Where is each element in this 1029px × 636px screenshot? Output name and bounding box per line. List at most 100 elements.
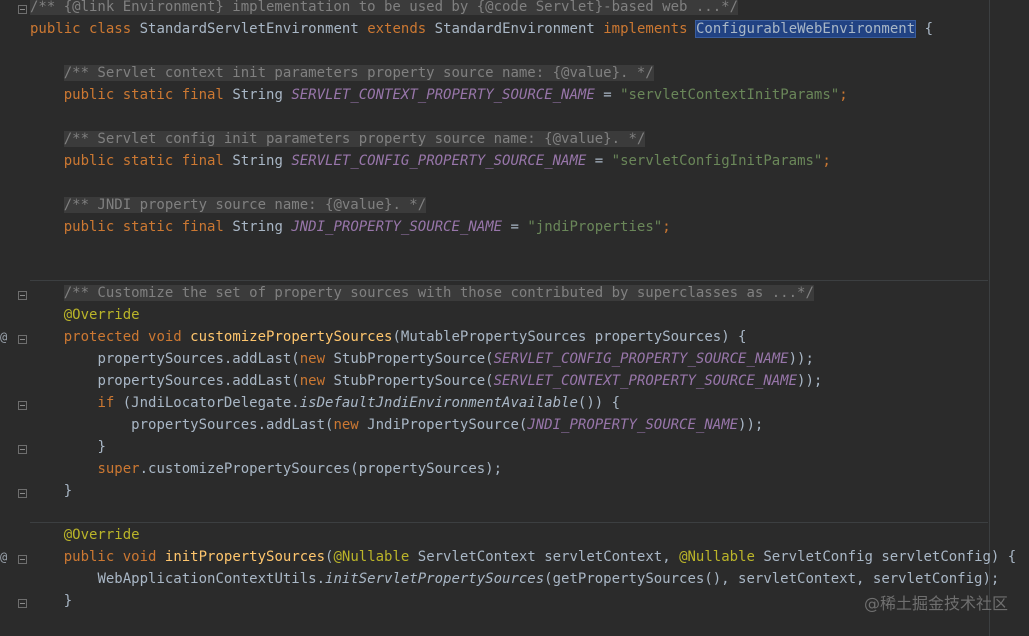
code-text: propertySources.addLast( [131,417,334,433]
fold-icon[interactable] [18,445,27,454]
code-text: propertySources.addLast( [97,373,300,389]
string-literal: "servletConfigInitParams" [611,153,823,169]
keyword: public [63,549,115,565]
method-name: initPropertySources [164,549,326,565]
code-line: super.customizePropertySources(propertyS… [30,458,990,480]
type-name: String [232,219,283,235]
code-text: ()) { [577,395,621,411]
annotation: @Nullable [333,549,410,565]
code-line: /** Servlet config init parameters prope… [30,128,990,150]
code-line: public void initPropertySources(@Nullabl… [30,546,1017,568]
code-text: propertySources.addLast( [97,351,300,367]
operator: = [594,87,621,103]
code-line: /** JNDI property source name: {@value}.… [30,194,990,216]
semicolon: ; [822,153,831,169]
code-editor[interactable]: /** {@link Environment} implementation t… [30,0,1017,616]
constant-name: SERVLET_CONTEXT_PROPERTY_SOURCE_NAME [493,373,798,389]
keyword: class [89,21,132,37]
code-text: ServletContext servletContext, [409,549,680,565]
code-text: StubPropertySource( [325,351,494,367]
constant-name: SERVLET_CONFIG_PROPERTY_SOURCE_NAME [291,153,587,169]
type-name: String [232,153,283,169]
semicolon: ; [839,87,848,103]
keyword: new [333,417,359,433]
code-line: if (JndiLocatorDelegate.isDefaultJndiEnv… [30,392,990,414]
keyword: protected [63,329,140,345]
override-marker-icon[interactable]: @ [0,550,10,564]
doc-comment: /** Servlet config init parameters prope… [63,131,646,147]
constant-name: JNDI_PROPERTY_SOURCE_NAME [527,417,739,433]
keyword: new [299,373,326,389]
doc-comment[interactable]: /** Customize the set of property source… [63,285,814,301]
doc-comment: /** JNDI property source name: {@value}.… [63,197,427,213]
code-text: (MutablePropertySources propertySources)… [392,329,747,345]
doc-comment: /** Servlet context init parameters prop… [63,65,654,81]
string-literal: "jndiProperties" [527,219,663,235]
code-line: public static final String SERVLET_CONTE… [30,84,990,106]
keyword: public [30,21,81,37]
fold-icon[interactable] [18,335,27,344]
code-line: } [30,436,990,458]
editor-gutter: @ @ [0,0,30,636]
override-marker-icon[interactable]: @ [0,330,10,344]
watermark: @稀土掘金技术社区 [863,594,1008,613]
code-text: .customizePropertySources(propertySource… [139,461,503,477]
fold-icon[interactable] [18,291,27,300]
constant-name: SERVLET_CONTEXT_PROPERTY_SOURCE_NAME [291,87,595,103]
operator: = [502,219,528,235]
code-line: } [30,590,990,612]
code-text: } [63,593,73,609]
keyword: extends [367,21,427,37]
code-line: @Override [30,304,990,326]
code-text: )); [738,417,764,433]
fold-icon[interactable] [18,489,27,498]
keyword: public static final [63,219,224,235]
code-line: public static final String JNDI_PROPERTY… [30,216,990,238]
operator: = [586,153,612,169]
annotation: @Override [63,527,140,543]
code-line: propertySources.addLast(new StubProperty… [30,370,990,392]
code-line: @Override [30,524,990,546]
code-text: )); [797,373,823,389]
fold-icon[interactable] [18,555,27,564]
code-text: } [63,483,73,499]
code-line: public static final String SERVLET_CONFI… [30,150,990,172]
code-line: WebApplicationContextUtils.initServletPr… [30,568,999,590]
code-line: /** Customize the set of property source… [30,282,990,304]
type-name: String [232,87,283,103]
code-line: protected void customizePropertySources(… [30,326,990,348]
fold-icon[interactable] [18,401,27,410]
keyword: new [299,351,326,367]
keyword: public static final [63,153,224,169]
method-name: customizePropertySources [190,329,393,345]
fold-icon[interactable] [18,599,27,608]
code-text: JndiPropertySource( [358,417,528,433]
code-line: propertySources.addLast(new StubProperty… [30,348,990,370]
code-text: { [916,21,933,37]
annotation: @Override [63,307,140,323]
static-method-call: isDefaultJndiEnvironmentAvailable [299,395,578,411]
fold-icon[interactable] [18,5,27,14]
code-line: public class StandardServletEnvironment … [30,18,990,40]
keyword: super [97,461,140,477]
code-text: (getPropertySources(), servletContext, s… [544,571,1000,587]
semicolon: ; [662,219,671,235]
code-text: (JndiLocatorDelegate. [114,395,300,411]
code-line: /** {@link Environment} implementation t… [30,0,990,18]
code-line: propertySources.addLast(new JndiProperty… [30,414,990,436]
keyword: public static final [63,87,224,103]
string-literal: "servletContextInitParams" [620,87,840,103]
keyword: void [122,549,157,565]
selected-interface-name[interactable]: ConfigurableWebEnvironment [694,20,917,38]
constant-name: JNDI_PROPERTY_SOURCE_NAME [291,219,503,235]
code-text: ServletConfig servletConfig) { [754,549,1017,565]
class-name: StandardServletEnvironment [139,21,359,37]
keyword: if [97,395,115,411]
doc-comment[interactable]: /** {@link Environment} implementation t… [30,0,739,15]
code-text: } [97,439,106,455]
